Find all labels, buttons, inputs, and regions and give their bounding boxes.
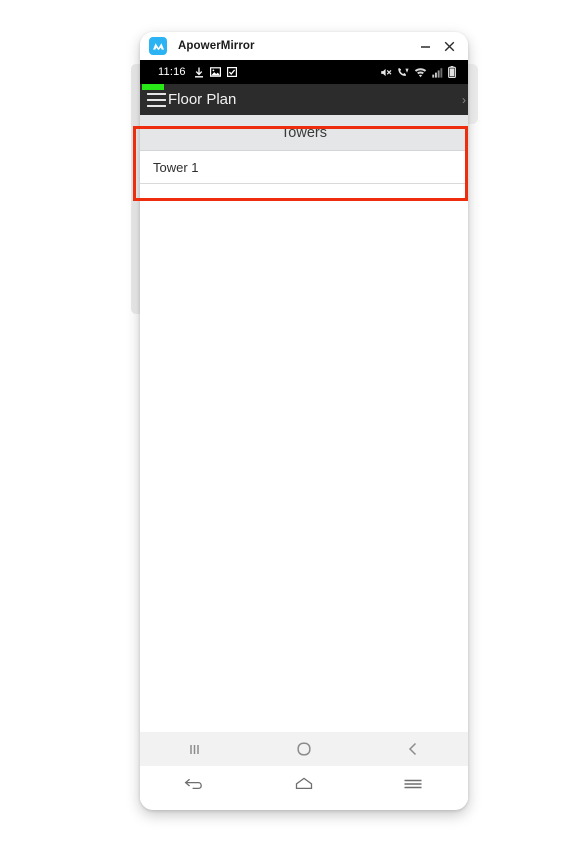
home-circle-icon[interactable] <box>249 732 358 766</box>
status-time: 11:16 <box>158 66 186 78</box>
menu-lines-icon[interactable] <box>359 766 468 802</box>
wifi-icon <box>414 67 427 78</box>
screen-content: Towers Tower 1 <box>140 115 468 802</box>
android-navigation-bar <box>140 732 468 766</box>
mirror-control-bar <box>140 766 468 802</box>
chevron-right-icon[interactable]: › <box>462 94 466 106</box>
signal-bars-icon <box>432 67 443 78</box>
window-controls <box>419 40 460 53</box>
list-item[interactable]: Tower 1 <box>140 151 468 183</box>
checkbox-icon <box>226 67 237 77</box>
list-item-label: Tower 1 <box>153 159 199 175</box>
status-right-icons <box>380 66 456 78</box>
home-house-icon[interactable] <box>249 766 358 802</box>
minimize-icon[interactable] <box>419 40 432 53</box>
page-title: Floor Plan <box>168 91 237 108</box>
app-bar: Floor Plan › <box>140 84 468 115</box>
section-header-label: Towers <box>281 124 327 141</box>
apowermirror-window: ApowerMirror 11:16 Floor Plan › Towers T… <box>140 32 468 810</box>
towers-section-header: Towers <box>140 115 468 151</box>
apowermirror-logo-icon <box>149 37 167 55</box>
android-status-bar: 11:16 <box>140 60 468 84</box>
download-icon <box>194 67 204 78</box>
image-icon <box>209 67 221 77</box>
close-icon[interactable] <box>443 40 456 53</box>
mute-icon <box>380 67 392 78</box>
back-arrow-icon[interactable] <box>140 766 249 802</box>
app-title: ApowerMirror <box>178 40 255 52</box>
window-title-bar: ApowerMirror <box>140 32 468 60</box>
status-left-icons <box>194 67 237 78</box>
hamburger-menu-icon[interactable] <box>147 93 166 107</box>
recents-icon[interactable] <box>140 732 249 766</box>
volte-call-icon <box>397 67 409 78</box>
recording-indicator <box>142 84 164 90</box>
back-chevron-icon[interactable] <box>359 732 468 766</box>
list-divider <box>140 183 468 184</box>
battery-icon <box>448 66 456 78</box>
